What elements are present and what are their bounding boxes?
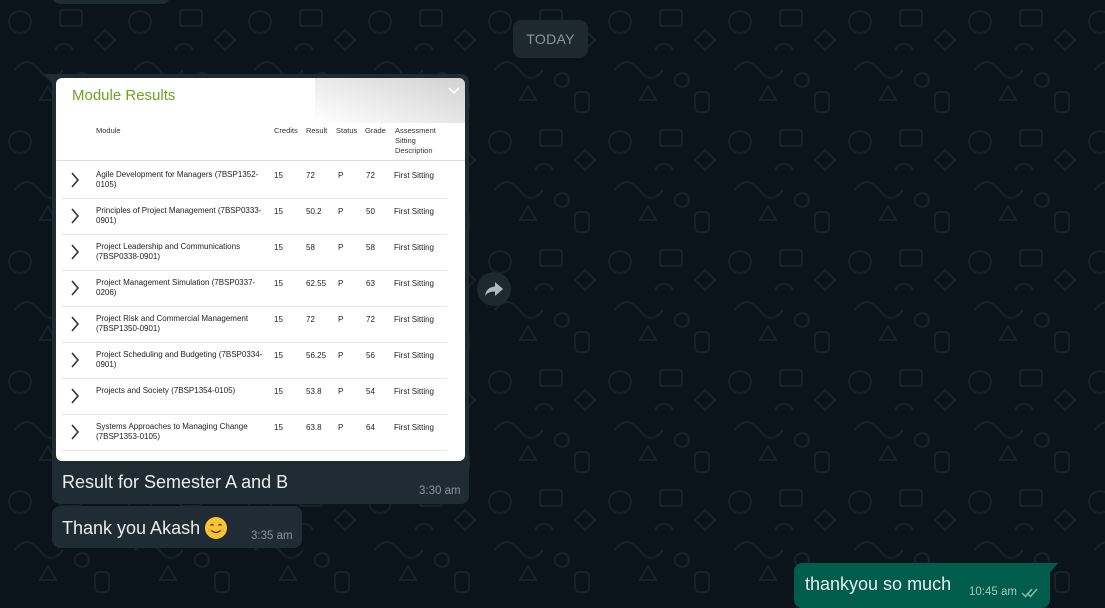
header-assessment: Assessment Sitting Description: [395, 126, 436, 155]
header-status: Status: [336, 126, 358, 135]
chevron-down-icon[interactable]: [447, 86, 461, 96]
result-value: 50.2: [306, 207, 322, 216]
grade-value: 54: [366, 387, 375, 396]
grade-value: 58: [366, 243, 375, 252]
status-value: P: [338, 171, 344, 180]
grade-value: 56: [366, 351, 375, 360]
grade-value: 64: [366, 423, 375, 432]
result-value: 63.8: [306, 423, 322, 432]
smiling-face-emoji: [205, 517, 228, 539]
credits-value: 15: [274, 243, 283, 252]
double-check-icon: [1021, 588, 1038, 598]
status-value: P: [338, 351, 344, 360]
result-value: 53.8: [306, 387, 322, 396]
chevron-right-icon: [71, 172, 80, 188]
message-time: 3:30 am: [419, 485, 461, 497]
message-text: thankyou so much: [805, 574, 952, 594]
module-results-title: Module Results: [72, 87, 176, 104]
chevron-right-icon: [71, 316, 80, 332]
table-row: Project Risk and Commercial Management (…: [62, 306, 447, 343]
table-row: Principles of Project Management (7BSP03…: [62, 198, 447, 235]
result-value: 72: [306, 315, 315, 324]
assessment-value: First Sitting: [394, 207, 435, 216]
forward-button[interactable]: [477, 272, 511, 306]
grade-value: 72: [366, 171, 375, 180]
credits-value: 15: [274, 351, 283, 360]
chevron-right-icon: [71, 280, 80, 296]
module-name: Project Management Simulation (7BSP0337-…: [96, 278, 256, 297]
status-value: P: [338, 207, 344, 216]
credits-value: 15: [274, 207, 283, 216]
assessment-value: First Sitting: [394, 315, 435, 324]
grade-value: 72: [366, 315, 375, 324]
chevron-right-icon: [71, 424, 80, 440]
header-result: Result: [306, 126, 328, 135]
assessment-value: First Sitting: [394, 171, 435, 180]
credits-value: 15: [274, 279, 283, 288]
status-value: P: [338, 387, 344, 396]
assessment-value: First Sitting: [394, 351, 435, 360]
header-credits: Credits: [274, 126, 298, 135]
image-overlay-shade: [315, 78, 465, 123]
header-grade: Grade: [365, 126, 386, 135]
assessment-value: First Sitting: [394, 243, 435, 252]
date-divider: TODAY: [513, 20, 588, 58]
header-module: Module: [96, 126, 121, 135]
result-value: 72: [306, 171, 315, 180]
outgoing-message-bubble[interactable]: thankyou so much 10:45 am: [794, 563, 1050, 608]
credits-value: 15: [274, 315, 283, 324]
assessment-value: First Sitting: [394, 423, 435, 432]
credits-value: 15: [274, 387, 283, 396]
forward-icon: [485, 282, 503, 296]
module-name: Principles of Project Management (7BSP03…: [96, 206, 262, 225]
assessment-value: First Sitting: [394, 279, 435, 288]
message-time: 3:35 am: [251, 530, 293, 542]
status-value: P: [338, 243, 344, 252]
message-time: 10:45 am: [969, 586, 1017, 598]
message-content: Thank you Akash: [62, 516, 228, 540]
image-message-bubble[interactable]: Module Results Module Credits Result Sta…: [52, 74, 469, 504]
table-row: Project Leadership and Communications (7…: [62, 234, 447, 271]
chevron-right-icon: [71, 352, 80, 368]
status-value: P: [338, 315, 344, 324]
module-name: Project Risk and Commercial Management (…: [96, 314, 249, 333]
message-meta: 10:45 am: [969, 586, 1039, 598]
credits-value: 15: [274, 171, 283, 180]
previous-message-bubble: [52, 0, 170, 4]
text-message-bubble[interactable]: Thank you Akash 3:35 am: [52, 506, 302, 548]
module-name: Project Scheduling and Budgeting (7BSP03…: [96, 350, 263, 369]
image-caption: Result for Semester A and B: [62, 472, 289, 492]
table-row: Project Scheduling and Budgeting (7BSP03…: [62, 342, 447, 379]
result-value: 58: [306, 243, 315, 252]
module-name: Agile Development for Managers (7BSP1352…: [96, 170, 259, 189]
grade-value: 50: [366, 207, 375, 216]
result-value: 62.55: [306, 279, 327, 288]
module-name: Systems Approaches to Managing Change (7…: [96, 422, 248, 441]
module-name: Projects and Society (7BSP1354-0105): [96, 386, 236, 395]
message-text: Thank you Akash: [62, 517, 201, 538]
result-value: 56.25: [306, 351, 327, 360]
status-value: P: [338, 279, 344, 288]
chevron-right-icon: [71, 244, 80, 260]
chevron-right-icon: [71, 208, 80, 224]
table-row: Agile Development for Managers (7BSP1352…: [62, 162, 447, 199]
module-results-image[interactable]: Module Results Module Credits Result Sta…: [56, 78, 465, 461]
table-row: Systems Approaches to Managing Change (7…: [62, 414, 447, 451]
module-results-header: Module Credits Result Status Grade Asses…: [56, 126, 465, 161]
grade-value: 63: [366, 279, 375, 288]
table-row: Project Management Simulation (7BSP0337-…: [62, 270, 447, 307]
chevron-right-icon: [71, 388, 80, 404]
status-value: P: [338, 423, 344, 432]
assessment-value: First Sitting: [394, 387, 435, 396]
credits-value: 15: [274, 423, 283, 432]
module-name: Project Leadership and Communications (7…: [96, 242, 241, 261]
table-row: Projects and Society (7BSP1354-0105) 15 …: [62, 378, 447, 415]
